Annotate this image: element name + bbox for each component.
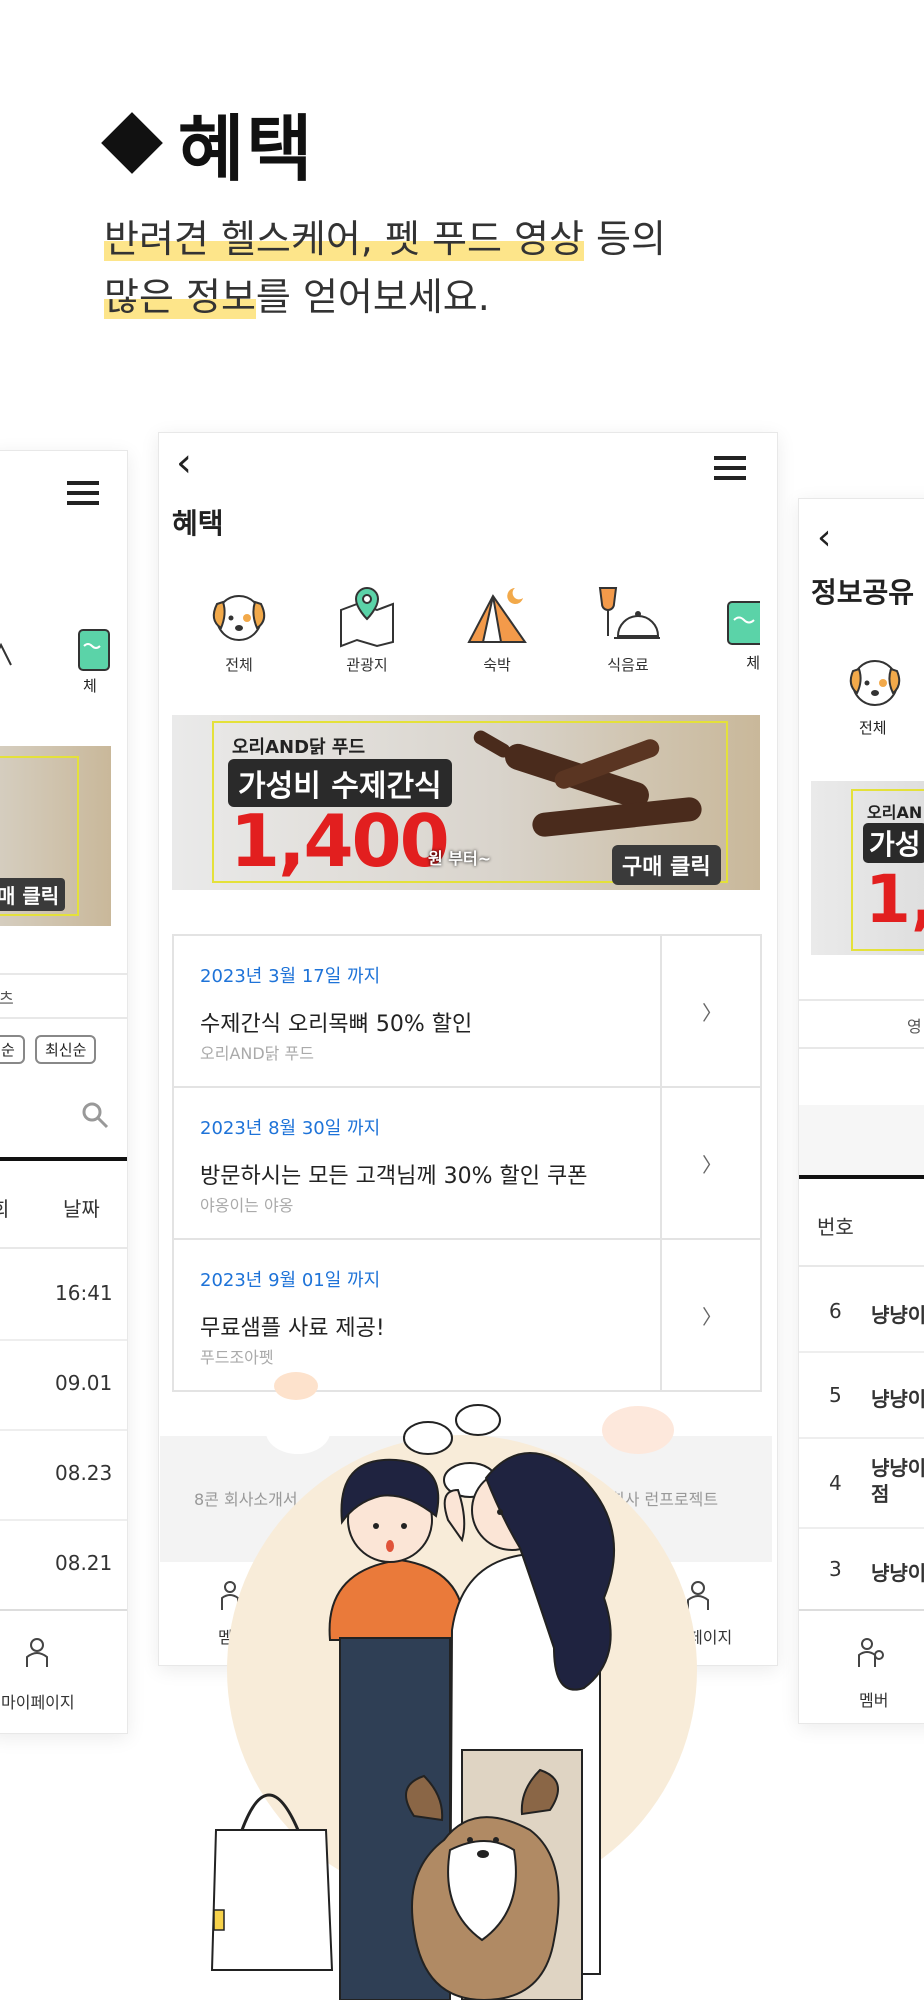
banner-cta-button[interactable]: 구매 클릭: [612, 845, 721, 885]
table-cell-title[interactable]: 냥냥이: [871, 1383, 924, 1412]
table-cell-title[interactable]: 냥냥이 점: [871, 1455, 924, 1507]
list-item[interactable]: 2023년 3월 17일 까지 수제간식 오리목뼈 50% 할인 오리AND닭 …: [174, 936, 760, 1088]
table-cell-no: 6: [829, 1299, 842, 1323]
table-cell-title[interactable]: 냥냥이: [871, 1299, 924, 1328]
category-attractions[interactable]: 관광지: [322, 584, 412, 675]
back-arrow-icon[interactable]: ‹: [817, 517, 831, 558]
tent-icon: [467, 588, 527, 643]
table-cell-date: 16:41: [55, 1281, 113, 1305]
member-icon[interactable]: [857, 1637, 885, 1669]
nav-member[interactable]: 멤버: [859, 1687, 888, 1711]
page-title: 정보공유: [811, 576, 915, 609]
list-item[interactable]: 2023년 8월 30일 까지 방문하시는 모든 고객님께 30% 할인 쿠폰 …: [174, 1088, 760, 1240]
banner-title: 가성: [863, 823, 924, 863]
benefit-expiry-date: 2023년 8월 30일 까지: [200, 1118, 381, 1139]
dining-icon: [598, 587, 660, 639]
category-label: 체: [83, 677, 97, 695]
table-cell-title[interactable]: 냥냥이: [871, 1557, 924, 1586]
dog-face-icon: [212, 595, 266, 641]
category-label: 숙박: [483, 656, 511, 674]
category-label: 전체: [225, 656, 253, 674]
left-phone-mockup: 체 매 클릭 츠 순 최신순 회 날짜 16:41 09.01 08.23 08…: [0, 450, 128, 1734]
benefit-brand: 오리AND닭 푸드: [200, 1044, 314, 1063]
hamburger-menu-icon[interactable]: [710, 450, 750, 486]
dog-face-icon: [849, 660, 901, 706]
back-arrow-icon[interactable]: ‹: [176, 440, 192, 486]
col-header-date: 날짜: [63, 1197, 100, 1221]
category-lodging[interactable]: 숙박: [452, 584, 542, 675]
table-cell-no: 3: [829, 1557, 842, 1581]
page-title: 혜택: [172, 507, 224, 540]
category-food-drink[interactable]: 식음료: [583, 584, 673, 675]
banner-price: 1,: [865, 861, 924, 938]
table-cell-date: 09.01: [55, 1371, 113, 1395]
nav-mypage[interactable]: 마이페이지: [1, 1689, 75, 1713]
hamburger-menu-icon[interactable]: [63, 473, 103, 513]
banner-partial[interactable]: 오리AN 가성 1,: [811, 781, 924, 955]
search-icon[interactable]: [81, 1101, 109, 1129]
sort-button-prev[interactable]: 순: [0, 1035, 25, 1064]
section-subtitle: 반려견 헬스케어, 펫 푸드 영상 등의 많은 정보를 얻어보세요.: [104, 217, 666, 319]
benefit-list: 2023년 3월 17일 까지 수제간식 오리목뼈 50% 할인 오리AND닭 …: [172, 934, 762, 1392]
diamond-bullet-icon: [101, 111, 163, 174]
chevron-right-icon[interactable]: 〉: [660, 936, 762, 1086]
table-cell-date: 08.21: [55, 1551, 113, 1575]
map-pin-icon: [340, 586, 394, 648]
whispering-women-dog-illustration: [210, 1372, 697, 2000]
table-cell-date: 08.23: [55, 1461, 113, 1485]
banner-price: 1,400: [230, 799, 450, 883]
tent-icon: [0, 642, 12, 666]
col-header-no: 번호: [817, 1215, 854, 1239]
tab-label[interactable]: 츠: [0, 985, 14, 1009]
water-cup-icon: [727, 601, 760, 645]
section-title: 혜택: [178, 107, 315, 191]
category-label: 식음료: [607, 656, 649, 674]
sort-button-latest[interactable]: 최신순: [35, 1035, 97, 1064]
section-header: 혜택: [101, 90, 315, 195]
chevron-right-icon[interactable]: 〉: [660, 1088, 762, 1238]
benefit-title: 무료샘플 사료 제공!: [200, 1316, 385, 1341]
benefit-title: 수제간식 오리목뼈 50% 할인: [200, 1012, 473, 1037]
benefit-brand: 푸드조아펫: [200, 1348, 274, 1367]
tab-label[interactable]: 영: [907, 1013, 922, 1037]
table-cell-no: 4: [829, 1471, 842, 1495]
table-cell-no: 5: [829, 1383, 842, 1407]
benefit-brand: 야옹이는 야옹: [200, 1196, 294, 1215]
banner-price-unit: 원 부터~: [428, 849, 492, 868]
category-experience-partial[interactable]: 체: [724, 598, 760, 673]
banner-brand: 오리AND닭 푸드: [232, 737, 366, 758]
list-item[interactable]: 2023년 9월 01일 까지 무료샘플 사료 제공! 푸드조아펫 〉: [174, 1240, 760, 1390]
banner-cta: 매 클릭: [0, 878, 66, 911]
category-label: 관광지: [346, 656, 388, 674]
promo-banner[interactable]: 오리AND닭 푸드 가성비 수제간식 1,400 원 부터~ 구매 클릭: [172, 715, 760, 890]
user-icon[interactable]: [25, 1637, 49, 1669]
banner-partial[interactable]: 매 클릭: [0, 746, 111, 926]
benefit-title: 방문하시는 모든 고객님께 30% 할인 쿠폰: [200, 1164, 588, 1189]
water-cup-icon: [78, 629, 110, 671]
chevron-right-icon[interactable]: 〉: [660, 1240, 762, 1390]
banner-brand: 오리AN: [867, 803, 923, 822]
col-header-views: 회: [0, 1193, 9, 1222]
right-phone-mockup: ‹ 정보공유 전체 오리AN 가성 1, 영 번호 6 냥냥이 5 냥냥이 4 …: [798, 498, 924, 1724]
category-all[interactable]: 전체: [194, 584, 284, 675]
benefit-expiry-date: 2023년 9월 01일 까지: [200, 1270, 381, 1291]
benefit-expiry-date: 2023년 3월 17일 까지: [200, 966, 381, 987]
category-label: 전체: [859, 719, 887, 737]
category-label: 체: [746, 654, 760, 672]
